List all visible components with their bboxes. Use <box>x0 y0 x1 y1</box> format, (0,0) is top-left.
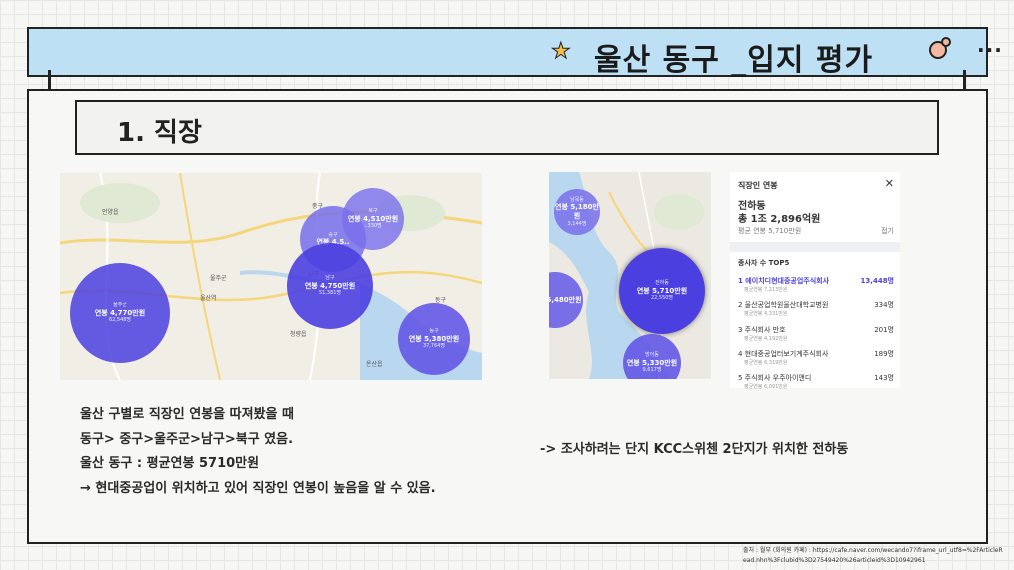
bubble-namgu[interactable]: 남구 연봉 4,750만원 51,381명 <box>287 243 373 329</box>
bubble-ulju[interactable]: 울주군 연봉 4,770만원 62,548명 <box>70 263 170 363</box>
close-icon[interactable]: ✕ <box>885 177 894 190</box>
total-salary: 총 1조 2,896억원 <box>738 214 821 225</box>
panel-header: 직장인 연봉 <box>738 181 778 190</box>
bird-sticker-icon <box>929 37 951 59</box>
map-label-donggu: 동구 <box>435 297 447 304</box>
top5-title: 종사자 수 TOP5 <box>738 259 790 267</box>
bubble-nammok[interactable]: 남목동 연봉 5,180만원 3,144명 <box>554 189 600 235</box>
source-citation: 출처 : 월부 (회의원 카페) : https://cafe.naver.co… <box>743 547 1003 564</box>
bubble-donggu[interactable]: 동구 연봉 5,380만원 37,764명 <box>398 303 470 375</box>
map-label-onsan: 온산읍 <box>366 361 383 368</box>
section-title: 1. 직장 <box>117 118 202 148</box>
analysis-line: 동구> 중구>울주군>남구>북구 였음. <box>80 431 294 447</box>
salary-info-panel: 직장인 연봉 ✕ 전하동 총 1조 2,896억원 평균 연봉 5,710만원 … <box>730 172 900 390</box>
analysis-text: 울산 구별로 직장인 연봉을 따져봤을 때 동구> 중구>울주군>남구>북구 였… <box>80 403 436 501</box>
map-label-cheongnyang: 청량읍 <box>290 331 307 338</box>
analysis-line: → 현대중공업이 위치하고 있어 직장인 연봉이 높음을 알 수 있음. <box>80 480 436 496</box>
average-salary: 평균 연봉 5,710만원 <box>738 227 802 235</box>
map-label-uljugun: 울주군 <box>210 275 227 282</box>
target-note: -> 조사하려는 단지 KCC스위첸 2단지가 위치한 전하동 <box>540 442 849 457</box>
section-header: 1. 직장 <box>75 100 939 155</box>
fold-button[interactable]: 접기 <box>881 226 894 236</box>
star-icon: ★ <box>551 39 572 65</box>
map-right[interactable]: 남목동 연봉 5,180만원 3,144명 5,480만원 전하동 연봉 5,7… <box>549 172 711 379</box>
analysis-line: 울산 동구 : 평균연봉 5710만원 <box>80 456 260 471</box>
bubble-bukgu[interactable]: 북구 연봉 4,510만원 ..330명 <box>342 188 404 250</box>
more-icon[interactable]: ... <box>977 33 1003 57</box>
panel-divider <box>730 242 900 252</box>
map-label-station: 울산역 <box>200 295 217 302</box>
header-bar: ★ 울산 동구 _입지 평가 ... <box>27 27 1002 78</box>
map-label-eonyang: 언양읍 <box>102 209 119 216</box>
page-title: 울산 동구 _입지 평가 <box>594 43 874 78</box>
analysis-line: 울산 구별로 직장인 연봉을 따져봤을 때 <box>80 407 294 422</box>
map-left[interactable]: 언양읍 중구 남구 울산역 청량읍 온산읍 울주군 연봉 4,770만원 62,… <box>60 173 482 380</box>
bubble-jeonha[interactable]: 전하동 연봉 5,710만원 22,550명 <box>619 248 705 334</box>
